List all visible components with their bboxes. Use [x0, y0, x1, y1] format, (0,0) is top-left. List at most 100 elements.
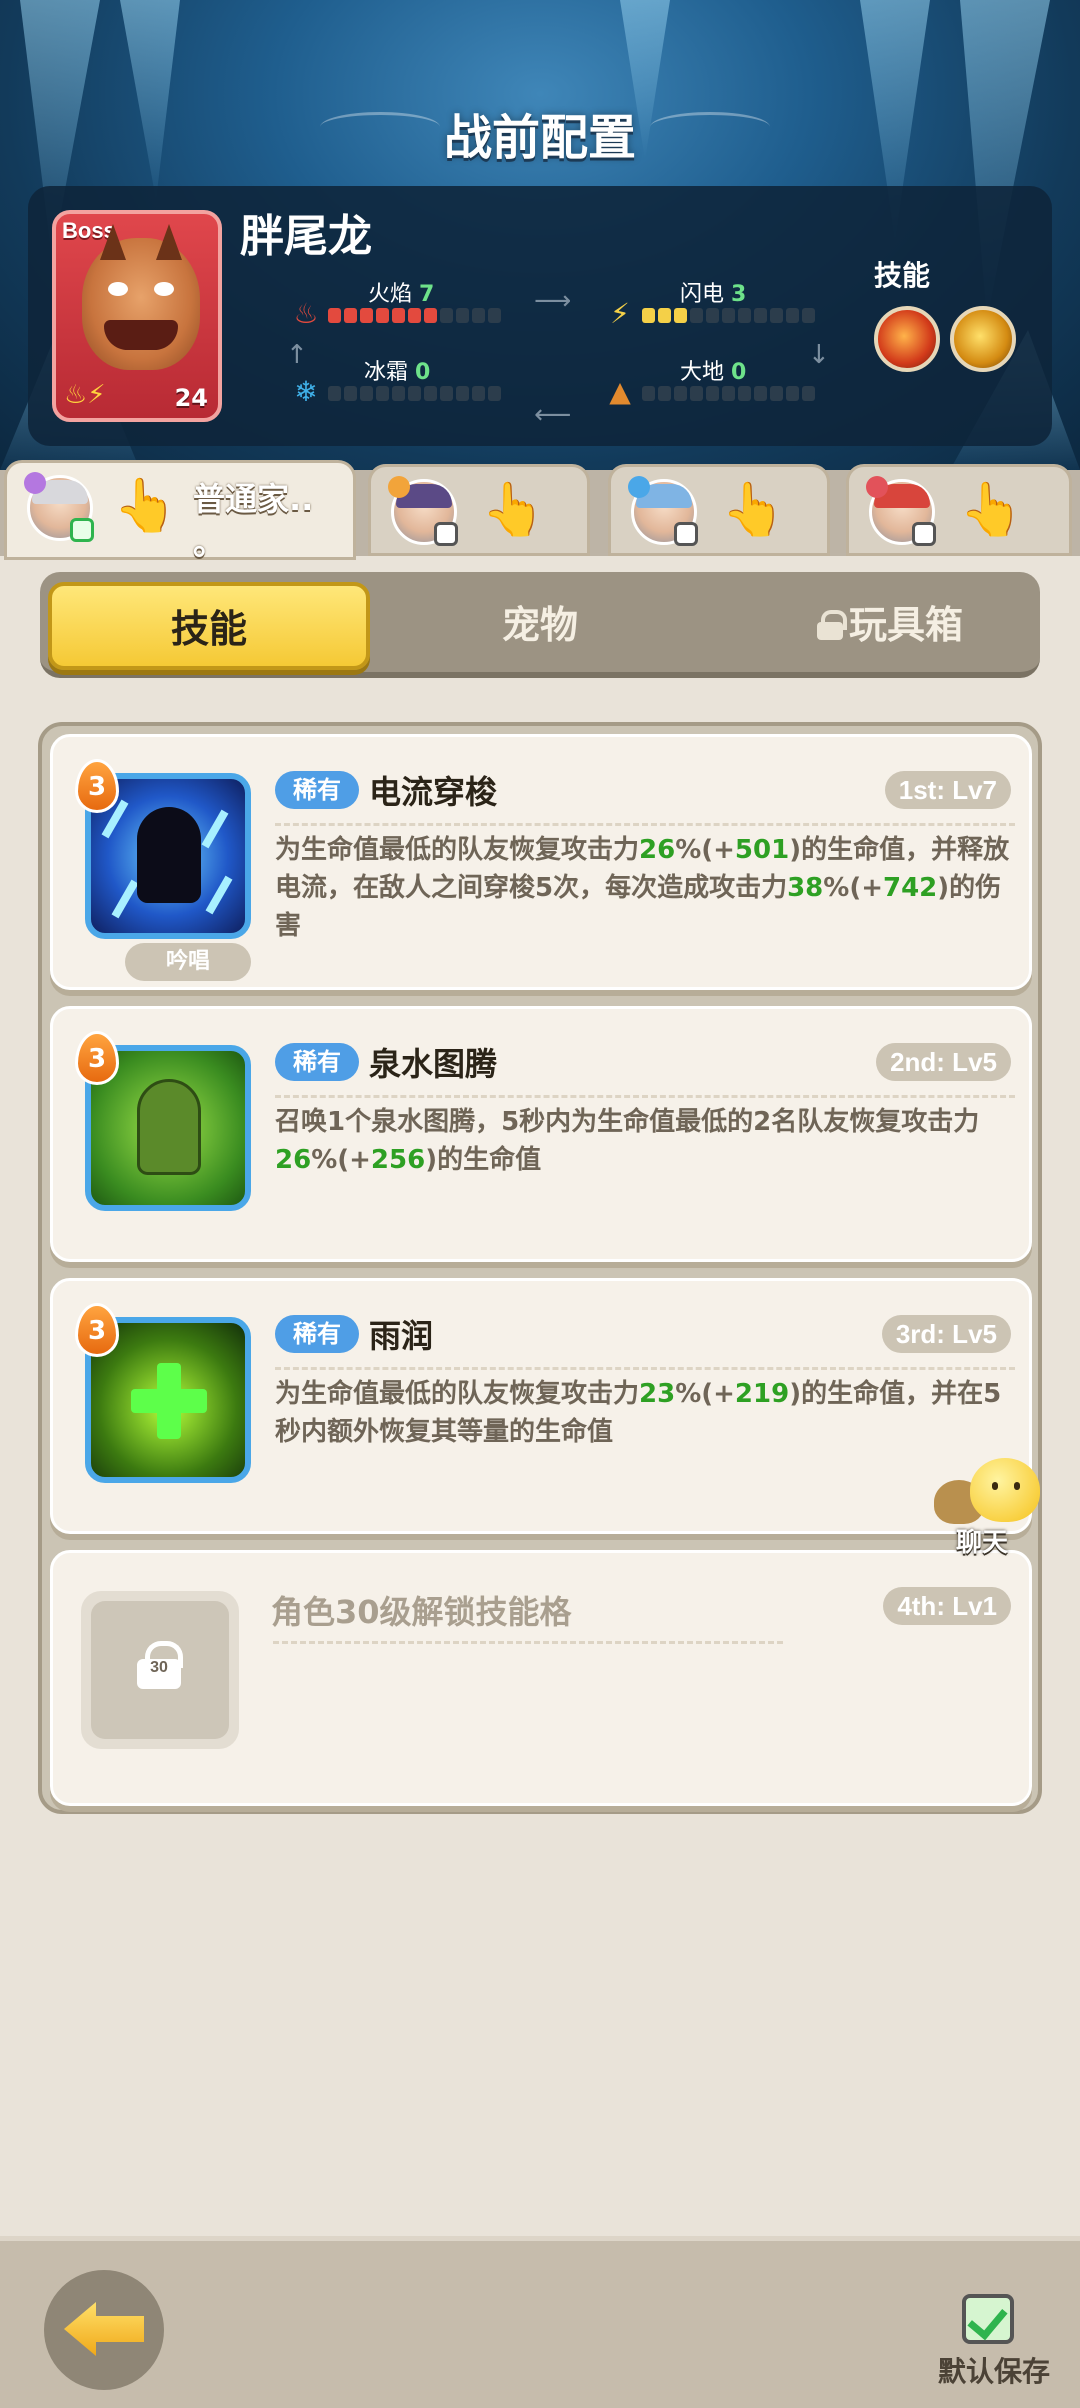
- skill-name: 雨润: [369, 1317, 434, 1355]
- stat-segment: [690, 386, 703, 401]
- slot-level-badge: 2nd: Lv5: [876, 1043, 1011, 1081]
- skill-description: 为生命值最低的队友恢复攻击力26%(+501)的生命值，并释放电流，在敌人之间穿…: [275, 831, 1021, 945]
- stat-segment: [424, 386, 437, 401]
- rank-badge: 3: [75, 759, 119, 813]
- hero-avatar: [24, 472, 94, 542]
- stat-segment: [722, 308, 735, 323]
- stat-segment: [440, 308, 453, 323]
- earth-icon: ▲: [609, 375, 631, 408]
- class-mark-icon: [866, 476, 888, 498]
- stat-frost-bar: [328, 386, 501, 401]
- rank-badge: 3: [75, 1303, 119, 1357]
- selected-badge-icon: [70, 518, 94, 542]
- class-mark-icon: [388, 476, 410, 498]
- tab-toybox-label: 玩具箱: [848, 603, 963, 647]
- stat-segment: [376, 386, 389, 401]
- tab-pets[interactable]: 宠物: [420, 582, 660, 670]
- skill-text: 召唤1个泉水图腾，5秒内为生命值最低的2名队友恢复攻击力: [275, 1107, 980, 1137]
- stat-segment: [738, 386, 751, 401]
- skill-name: 泉水图腾: [369, 1045, 498, 1083]
- stat-segment: [642, 308, 655, 323]
- party-tab-2[interactable]: 👆: [368, 464, 590, 556]
- stat-frost-label: 冰霜 0: [364, 360, 431, 385]
- status-badge-icon: [434, 522, 458, 546]
- chat-button[interactable]: 聊天: [934, 1452, 1054, 1562]
- party-tab-4[interactable]: 👆: [846, 464, 1072, 556]
- cycle-arrow-icon: ⟶: [534, 286, 572, 316]
- stat-segment: [456, 386, 469, 401]
- skill-card[interactable]: 3 吟唱 稀有 电流穿梭 1st: Lv7 为生命值最低的队友恢复攻击力26%(…: [50, 734, 1032, 990]
- stat-segment: [440, 386, 453, 401]
- unlock-level-number: 30: [150, 1659, 168, 1676]
- skill-value: 38: [787, 873, 824, 903]
- skill-text: )的生命值: [425, 1145, 542, 1175]
- default-save-checkbox[interactable]: [962, 2294, 1014, 2344]
- skill-value: 23: [639, 1379, 676, 1409]
- skill-value: 742: [883, 873, 938, 903]
- stat-segment: [786, 308, 799, 323]
- stat-segment: [472, 308, 485, 323]
- lock-icon: [816, 610, 847, 640]
- stat-segment: [408, 308, 421, 323]
- stat-segment: [770, 386, 783, 401]
- lightning-icon: ⚡: [610, 297, 630, 330]
- hero-avatar: [388, 476, 458, 546]
- stat-lightning-bar: [642, 308, 815, 323]
- skill-card[interactable]: 3 稀有 泉水图腾 2nd: Lv5 召唤1个泉水图腾，5秒内为生命值最低的2名…: [50, 1006, 1032, 1262]
- stat-frost: 冰霜 0 ❄: [290, 354, 510, 414]
- boss-skill-gold-orb-icon[interactable]: [950, 306, 1016, 372]
- stat-segment: [658, 308, 671, 323]
- stat-fire-bar: [328, 308, 501, 323]
- party-tab-1[interactable]: 👆 普通家.. 。: [4, 460, 356, 562]
- stat-segment: [690, 308, 703, 323]
- boss-skills-label: 技能: [874, 259, 931, 292]
- chant-tag: 吟唱: [125, 943, 251, 981]
- stat-segment: [376, 308, 389, 323]
- skill-text: 为生命值最低的队友恢复攻击力: [275, 1379, 640, 1409]
- slot-level-badge: 3rd: Lv5: [881, 1315, 1011, 1353]
- slot-level-badge: 4th: Lv1: [883, 1587, 1011, 1625]
- rarity-badge: 稀有: [275, 1043, 359, 1081]
- skill-value: 219: [734, 1379, 790, 1409]
- back-button[interactable]: [44, 2270, 164, 2390]
- cycle-arrow-icon: ↑: [286, 340, 308, 370]
- skill-text: %(+: [675, 835, 735, 865]
- skill-name: 电流穿梭: [369, 773, 498, 811]
- tap-hand-icon: 👆: [959, 480, 1024, 540]
- stat-segment: [658, 386, 671, 401]
- stat-segment: [328, 386, 341, 401]
- stat-segment: [392, 308, 405, 323]
- slot-level-badge: 1st: Lv7: [884, 771, 1011, 809]
- stat-segment: [344, 308, 357, 323]
- skill-text: %(+: [311, 1145, 371, 1175]
- back-arrow-icon: [64, 2302, 144, 2356]
- divider: [273, 1641, 783, 1644]
- status-badge-icon: [912, 522, 936, 546]
- class-mark-icon: [24, 472, 46, 494]
- stat-segment: [488, 386, 501, 401]
- stat-segment: [328, 308, 341, 323]
- stat-segment: [786, 386, 799, 401]
- stat-segment: [674, 386, 687, 401]
- stat-segment: [738, 308, 751, 323]
- chat-label: 聊天: [956, 1528, 1009, 1558]
- locked-skill-card[interactable]: 30 角色30级解锁技能格 4th: Lv1: [50, 1550, 1032, 1806]
- tab-toybox[interactable]: 玩具箱: [740, 582, 1040, 670]
- skill-value: 501: [734, 835, 790, 865]
- stat-segment: [802, 308, 815, 323]
- stat-segment: [456, 308, 469, 323]
- tab-skills[interactable]: 技能: [48, 582, 370, 670]
- stat-segment: [802, 386, 815, 401]
- stat-earth: 大地 0 ▲: [604, 354, 824, 414]
- default-save-label[interactable]: 默认保存: [934, 2350, 1054, 2390]
- party-tab-3[interactable]: 👆: [608, 464, 830, 556]
- skill-description: 为生命值最低的队友恢复攻击力23%(+219)的生命值，并在5秒内额外恢复其等量…: [275, 1375, 1021, 1451]
- boss-portrait-card[interactable]: Boss ♨⚡ 24: [52, 210, 222, 422]
- stat-segment: [344, 386, 357, 401]
- stat-segment: [754, 308, 767, 323]
- boss-skill-fire-orb-icon[interactable]: [874, 306, 940, 372]
- status-badge-icon: [674, 522, 698, 546]
- skill-value: 26: [275, 1145, 312, 1175]
- fire-lightning-element-icon: ♨⚡: [64, 380, 106, 410]
- skill-card[interactable]: 3 稀有 雨润 3rd: Lv5 为生命值最低的队友恢复攻击力23%(+219)…: [50, 1278, 1032, 1534]
